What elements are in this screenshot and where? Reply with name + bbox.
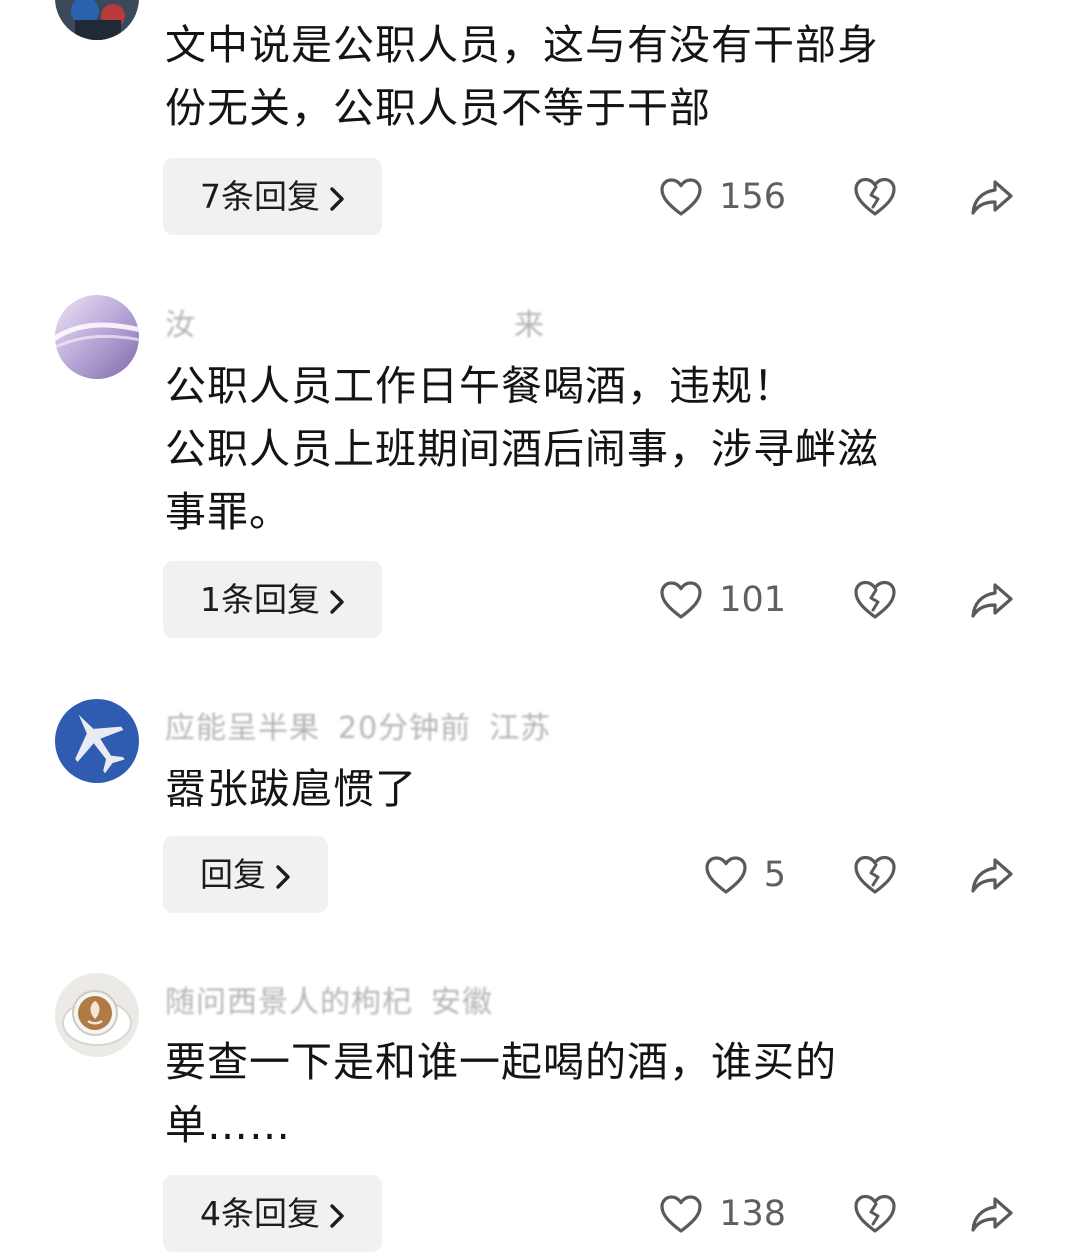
comment-text-line: 嚣张跋扈惯了 <box>165 765 417 813</box>
share-button[interactable] <box>970 854 1014 898</box>
user-avatar[interactable] <box>55 0 139 40</box>
share-arrow-icon <box>971 583 1013 618</box>
location: 来 <box>514 308 545 343</box>
heart-outline-icon <box>660 580 702 619</box>
coffee-avatar-image <box>55 973 139 1057</box>
share-button[interactable] <box>970 176 1014 220</box>
like-count: 138 <box>719 1193 786 1234</box>
comment-text-line: 要查一下是和谁一起喝的酒，谁买的 <box>165 1038 837 1086</box>
broken-heart-icon <box>854 177 896 216</box>
heart-outline-icon <box>660 177 702 216</box>
reply-button[interactable]: 回复 <box>163 836 328 913</box>
like-button[interactable]: 101 <box>659 561 786 638</box>
view-replies-button[interactable]: 1条回复 <box>163 561 382 638</box>
purple-wave-avatar-image <box>55 295 139 379</box>
share-arrow-icon <box>971 1197 1013 1232</box>
comment-text: 嚣张跋扈惯了 <box>165 758 1005 821</box>
user-avatar[interactable] <box>55 295 139 379</box>
reply-label: 4条回复 <box>200 1194 320 1233</box>
user-avatar[interactable] <box>55 973 139 1057</box>
chevron-right-icon <box>328 1179 346 1256</box>
comment-text-line: 公职人员上班期间酒后闹事，涉寻衅滋 <box>165 425 879 473</box>
location: 安徽 <box>431 985 493 1020</box>
broken-heart-icon <box>854 1194 896 1233</box>
dislike-button[interactable] <box>853 176 897 220</box>
comment-actions: 156 <box>652 158 1072 235</box>
chevron-right-icon <box>328 162 346 239</box>
like-button[interactable]: 5 <box>704 836 786 913</box>
dislike-button[interactable] <box>853 1193 897 1237</box>
comment-actions: 5 <box>652 836 1072 913</box>
comment-actions: 101 <box>652 561 1072 638</box>
broken-heart-icon <box>854 580 896 619</box>
dislike-button[interactable] <box>853 579 897 623</box>
username[interactable]: 随问西景人的枸杞 <box>165 985 413 1020</box>
like-count: 5 <box>763 854 786 895</box>
share-arrow-icon <box>971 180 1013 215</box>
chevron-right-icon <box>274 840 292 917</box>
like-count: 101 <box>719 579 786 620</box>
username[interactable]: 应能呈半果 <box>165 711 320 746</box>
reply-label: 7条回复 <box>200 177 320 216</box>
comment-text-line: 文中说是公职人员，这与有没有干部身 <box>165 21 879 69</box>
comment-meta: 汝来 <box>165 300 563 344</box>
user-avatar[interactable] <box>55 699 139 783</box>
figure-avatar-image <box>55 0 139 40</box>
view-replies-button[interactable]: 4条回复 <box>163 1175 382 1252</box>
comment-meta: 随问西景人的枸杞 安徽 <box>165 977 511 1021</box>
comment-text-line: 份无关，公职人员不等于干部 <box>165 84 711 132</box>
comment-meta: 应能呈半果 20分钟前 江苏 <box>165 703 569 747</box>
comment-text-line: 事罪。 <box>165 488 291 536</box>
share-arrow-icon <box>971 858 1013 893</box>
location: 江苏 <box>489 711 552 746</box>
like-button[interactable]: 138 <box>659 1175 786 1252</box>
comment-text: 要查一下是和谁一起喝的酒，谁买的 单…… <box>165 1031 1005 1157</box>
timestamp: 20分钟前 <box>338 711 472 746</box>
comment-text: 文中说是公职人员，这与有没有干部身 份无关，公职人员不等于干部 <box>165 14 1005 140</box>
share-button[interactable] <box>970 579 1014 623</box>
chevron-right-icon <box>328 565 346 642</box>
like-button[interactable]: 156 <box>659 158 786 235</box>
comment-text: 公职人员工作日午餐喝酒，违规！ 公职人员上班期间酒后闹事，涉寻衅滋 事罪。 <box>165 355 1005 544</box>
reply-label: 1条回复 <box>200 580 320 619</box>
like-count: 156 <box>719 176 786 217</box>
username[interactable]: 汝 <box>165 308 196 343</box>
view-replies-button[interactable]: 7条回复 <box>163 158 382 235</box>
heart-outline-icon <box>705 855 747 894</box>
jet-avatar-image <box>55 699 139 783</box>
share-button[interactable] <box>970 1193 1014 1237</box>
comment-actions: 138 <box>652 1175 1072 1252</box>
broken-heart-icon <box>854 855 896 894</box>
dislike-button[interactable] <box>853 854 897 898</box>
comment-text-line: 公职人员工作日午餐喝酒，违规！ <box>165 362 795 410</box>
heart-outline-icon <box>660 1194 702 1233</box>
comment-text-line: 单…… <box>165 1101 291 1149</box>
reply-label: 回复 <box>200 855 266 894</box>
